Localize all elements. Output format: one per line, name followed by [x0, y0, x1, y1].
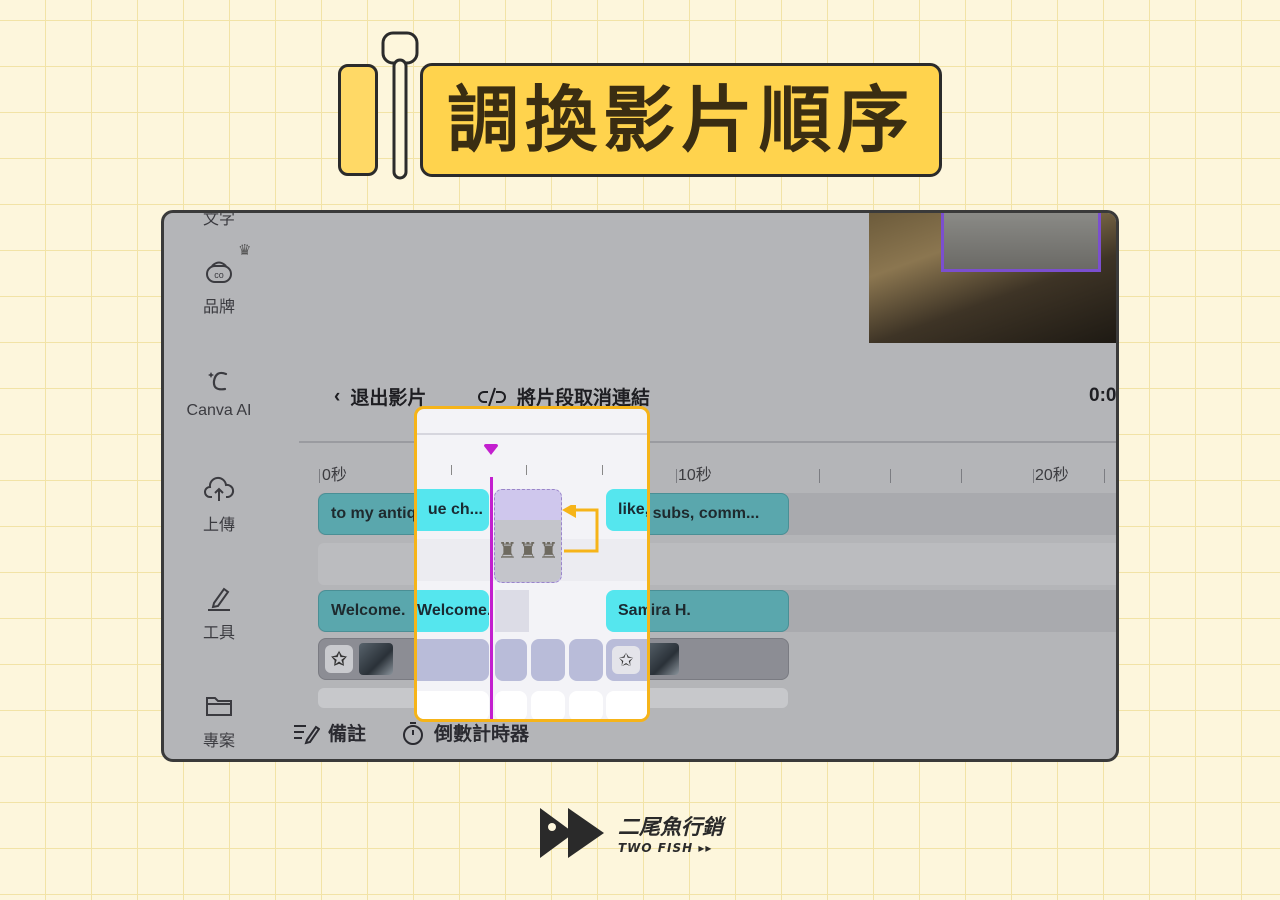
zoom-divider [417, 433, 647, 435]
sidebar-item-upload[interactable]: 上傳 [164, 475, 274, 535]
zoom-video-cell-right[interactable]: ✩ [606, 639, 647, 681]
title-banner: 調換影片順序 [420, 63, 942, 177]
ruler-label-20: 20秒 [1035, 467, 1069, 484]
exit-video-button[interactable]: ‹ 退出影片 [334, 383, 426, 410]
playhead-line[interactable] [490, 477, 493, 719]
pen-tool-icon [208, 587, 230, 611]
video-thumbnail [645, 643, 679, 675]
selected-element-outline[interactable] [941, 213, 1101, 272]
sidebar-item-tools[interactable]: 工具 [164, 583, 274, 643]
svg-text:co: co [214, 270, 224, 280]
zoom-callout: ue ch... like, subs, comm... Welcome. Sa… [414, 406, 650, 722]
zoom-audio-cell [531, 691, 565, 719]
chevron-left-icon: ‹ [334, 385, 341, 407]
page-title: 調換影片順序 [446, 78, 915, 162]
ruler-tick [676, 469, 677, 483]
folder-icon [206, 697, 232, 716]
unlink-icon [478, 387, 506, 406]
time-readout: 0:0 [1089, 385, 1117, 406]
notes-button[interactable]: 備註 [292, 719, 366, 746]
ruler-tick [602, 465, 603, 475]
zoom-video-cell[interactable] [569, 639, 603, 681]
spoon-decoration-icon [381, 31, 419, 180]
sidebar-item-canva-ai[interactable]: Canva AI [164, 366, 274, 420]
sidebar-item-brand[interactable]: co 品牌 [164, 257, 274, 317]
magic-star-icon: ✩ [325, 645, 353, 673]
ruler-tick [1104, 469, 1105, 483]
dragged-clip-thumbnail: ♜ ♜ ♜ [495, 520, 561, 582]
zoom-empty-slot [495, 590, 529, 632]
zoom-text-clip-left[interactable]: ue ch... [417, 489, 489, 531]
canva-ai-icon [208, 371, 228, 391]
chair-icon: ♜ [497, 538, 518, 563]
sidebar-label-canva-ai: Canva AI [186, 402, 252, 419]
zoom-video-cell[interactable] [495, 639, 527, 681]
zoom-samira-clip[interactable]: Samira H. [606, 590, 647, 632]
sidebar-label-upload: 上傳 [202, 517, 235, 534]
zoom-welcome-clip[interactable]: Welcome. [417, 590, 489, 632]
ruler-label-0: 0秒 [322, 467, 347, 484]
chair-icon: ♜ [538, 538, 559, 563]
dragged-clip[interactable]: ♜ ♜ ♜ [494, 489, 562, 583]
magic-star-icon: ✩ [612, 646, 640, 674]
ruler-tick [961, 469, 962, 483]
ruler-tick [890, 469, 891, 483]
timer-label: 倒數計時器 [434, 724, 530, 745]
upload-cloud-icon [204, 476, 235, 501]
chair-icon: ♜ [518, 538, 538, 563]
brand-icon: co [206, 261, 232, 283]
banner-pill-decoration [338, 64, 378, 176]
sidebar-label-brand: 品牌 [202, 299, 235, 316]
ruler-tick [1033, 469, 1034, 483]
video-thumbnail [359, 643, 393, 675]
two-fish-logo: 二尾魚行銷 TWO FISH ▸▸ [538, 806, 723, 860]
video-preview[interactable] [869, 213, 1116, 343]
move-arrow-icon [562, 505, 599, 553]
countdown-timer-button[interactable]: 倒數計時器 [400, 719, 529, 746]
sidebar-label-tools: 工具 [202, 625, 235, 642]
two-fish-logo-icon [540, 808, 604, 858]
ruler-tick [319, 469, 320, 483]
ruler-tick [819, 469, 820, 483]
exit-video-label: 退出影片 [350, 388, 427, 409]
zoom-video-cell[interactable] [417, 639, 489, 681]
notes-icon [294, 724, 320, 744]
timer-icon [403, 721, 423, 745]
sidebar-item-text-partial[interactable]: 文字 [164, 213, 274, 229]
ruler-tick [526, 465, 527, 475]
zoom-audio-cell [417, 691, 489, 719]
zoom-audio-cell [606, 691, 647, 719]
notes-label: 備註 [328, 724, 367, 745]
playhead-marker-icon [484, 444, 498, 455]
logo-name: 二尾魚行銷 [618, 815, 723, 839]
zoom-audio-cell [495, 691, 527, 719]
sidebar-label-projects: 專案 [202, 733, 235, 750]
logo-subtitle: TWO FISH ▸▸ [618, 841, 713, 855]
ruler-tick [451, 465, 452, 475]
zoom-audio-cell [569, 691, 603, 719]
zoom-video-cell[interactable] [531, 639, 565, 681]
sidebar-item-projects[interactable]: 專案 [164, 691, 274, 751]
ruler-label-10: 10秒 [678, 467, 712, 484]
zoom-text-clip-right[interactable]: like, subs, comm... [606, 489, 647, 531]
